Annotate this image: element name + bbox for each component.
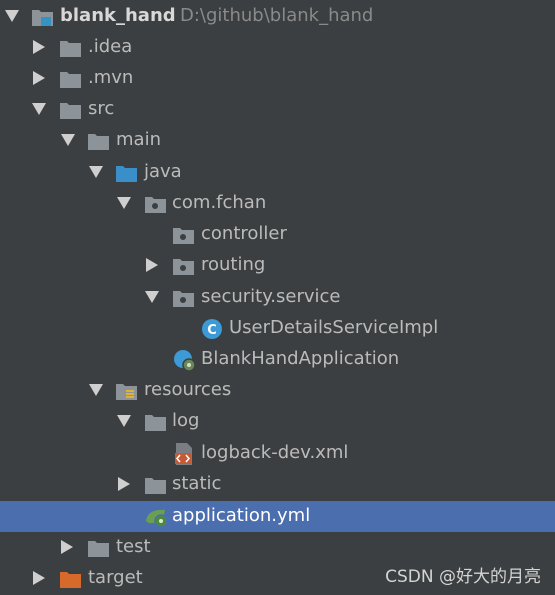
tree-label-root: blank_hand — [60, 5, 176, 26]
spring-boot-class-icon — [172, 348, 196, 372]
package-icon — [171, 224, 195, 244]
tree-label-static: static — [172, 473, 222, 494]
expand-arrow-icon[interactable] — [117, 415, 131, 427]
tree-row-routing[interactable]: routing — [0, 250, 555, 281]
java-class-icon: C — [200, 317, 224, 339]
tree-label-idea: .idea — [88, 36, 133, 57]
tree-row-log[interactable]: log — [0, 406, 555, 437]
folder-icon — [58, 99, 82, 119]
folder-icon — [143, 411, 167, 431]
project-tree: blank_hand D:\github\blank_hand .idea .m… — [0, 0, 555, 594]
tree-label-routing: routing — [201, 254, 266, 275]
tree-row-package[interactable]: com.fchan — [0, 188, 555, 219]
expand-arrow-icon[interactable] — [145, 291, 159, 303]
collapsed-arrow-icon[interactable] — [33, 571, 45, 585]
xml-file-icon — [172, 441, 196, 465]
tree-row-app-class[interactable]: BlankHandApplication — [0, 344, 555, 375]
tree-row-controller[interactable]: controller — [0, 219, 555, 250]
spring-yml-icon — [143, 505, 168, 528]
tree-row-test[interactable]: test — [0, 532, 555, 563]
collapsed-arrow-icon[interactable] — [146, 258, 158, 272]
expand-arrow-icon[interactable] — [32, 103, 46, 115]
package-icon — [171, 287, 195, 307]
tree-label-logback: logback-dev.xml — [201, 442, 349, 463]
tree-label-mvn: .mvn — [88, 67, 134, 88]
resources-folder-icon — [114, 380, 138, 400]
tree-label-log: log — [172, 410, 200, 431]
folder-icon — [58, 37, 82, 57]
tree-row-logback[interactable]: logback-dev.xml — [0, 438, 555, 469]
collapsed-arrow-icon[interactable] — [61, 540, 73, 554]
collapsed-arrow-icon[interactable] — [33, 40, 45, 54]
tree-row-root[interactable]: blank_hand D:\github\blank_hand — [0, 1, 555, 32]
tree-row-java[interactable]: java — [0, 157, 555, 188]
tree-label-test: test — [116, 536, 151, 557]
folder-icon — [86, 130, 110, 150]
tree-row-idea[interactable]: .idea — [0, 32, 555, 63]
package-icon — [171, 255, 195, 275]
collapsed-arrow-icon[interactable] — [118, 477, 130, 491]
tree-label-java: java — [144, 161, 182, 182]
tree-label-application-yml: application.yml — [172, 505, 311, 526]
svg-text:C: C — [207, 323, 217, 338]
tree-row-resources[interactable]: resources — [0, 375, 555, 406]
tree-label-resources: resources — [144, 379, 232, 400]
tree-label-user-details-impl: UserDetailsServiceImpl — [229, 317, 439, 338]
tree-row-static[interactable]: static — [0, 469, 555, 500]
collapsed-arrow-icon[interactable] — [33, 71, 45, 85]
source-folder-icon — [114, 162, 138, 182]
tree-row-application-yml[interactable]: application.yml — [0, 501, 555, 532]
expand-arrow-icon[interactable] — [117, 197, 131, 209]
tree-row-src[interactable]: src — [0, 94, 555, 125]
expand-arrow-icon[interactable] — [5, 10, 19, 22]
package-icon — [143, 193, 167, 213]
excluded-folder-icon — [58, 568, 82, 588]
tree-label-package: com.fchan — [172, 192, 267, 213]
folder-icon — [58, 68, 82, 88]
folder-icon — [86, 537, 110, 557]
tree-row-mvn[interactable]: .mvn — [0, 63, 555, 94]
expand-arrow-icon[interactable] — [61, 134, 75, 146]
tree-label-controller: controller — [201, 223, 287, 244]
expand-arrow-icon[interactable] — [89, 384, 103, 396]
tree-row-security-service[interactable]: security.service — [0, 282, 555, 313]
watermark: CSDN @好大的月亮 — [385, 567, 541, 587]
tree-label-target: target — [88, 567, 143, 588]
project-folder-icon — [30, 6, 54, 26]
expand-arrow-icon[interactable] — [89, 166, 103, 178]
tree-label-app-class: BlankHandApplication — [201, 348, 400, 369]
tree-label-src: src — [88, 98, 115, 119]
tree-label-security-service: security.service — [201, 286, 341, 307]
tree-row-user-details-impl[interactable]: C UserDetailsServiceImpl — [0, 313, 555, 344]
tree-row-main[interactable]: main — [0, 125, 555, 156]
tree-label-main: main — [116, 129, 161, 150]
folder-icon — [143, 474, 167, 494]
project-path: D:\github\blank_hand — [180, 5, 374, 26]
